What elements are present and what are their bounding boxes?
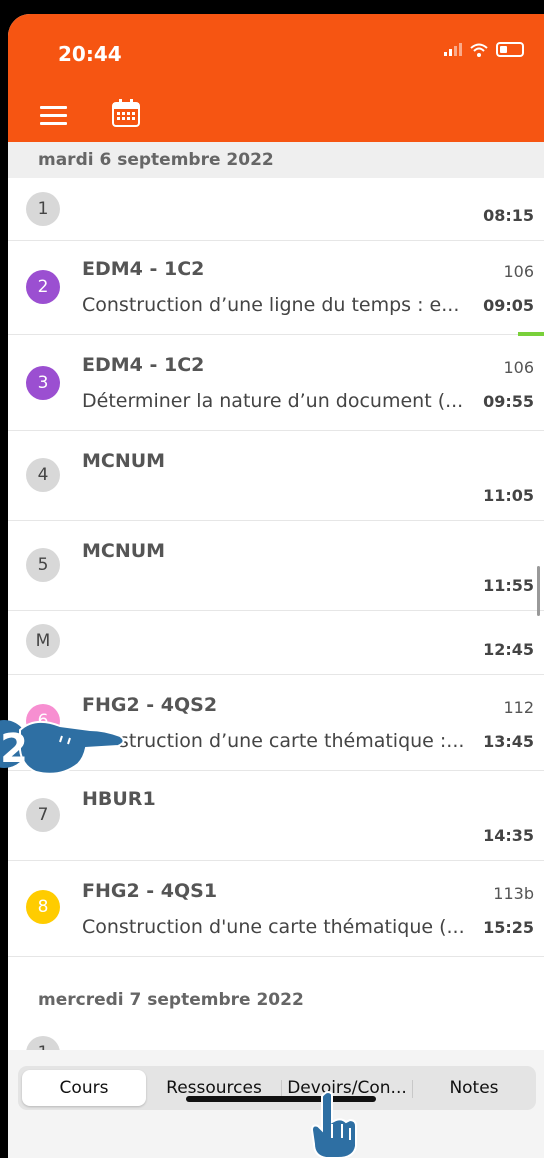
lesson-badge: 5 — [26, 548, 60, 582]
lesson-badge: 1 — [26, 192, 60, 226]
lesson-time: 13:45 — [483, 732, 534, 751]
lesson-row[interactable]: 1 08:15 — [8, 178, 544, 241]
lesson-badge: 4 — [26, 458, 60, 492]
lesson-title: FHG2 - 4QS1 — [82, 880, 218, 902]
lesson-badge: 8 — [26, 890, 60, 924]
lesson-row[interactable]: 8 FHG2 - 4QS1 113b Construction d'une ca… — [8, 860, 544, 957]
lesson-time: 12:45 — [483, 640, 534, 659]
lesson-time: 09:05 — [483, 296, 534, 315]
tab-cours[interactable]: Cours — [22, 1070, 146, 1106]
tab-notes[interactable]: Notes — [416, 1070, 532, 1106]
lesson-badge: 3 — [26, 366, 60, 400]
day-header: mardi 6 septembre 2022 — [8, 142, 544, 178]
tab-separator — [412, 1080, 413, 1098]
lesson-title: MCNUM — [82, 540, 166, 562]
lesson-title: EDM4 - 1C2 — [82, 258, 205, 280]
signal-icon — [444, 43, 462, 56]
lesson-room: 113b — [493, 884, 534, 903]
lesson-subtitle: Construction d'une carte thématique (... — [82, 916, 465, 938]
lesson-row[interactable]: 1 — [8, 1020, 544, 1070]
lesson-row[interactable]: 4 MCNUM 11:05 — [8, 430, 544, 521]
lesson-time: 11:05 — [483, 486, 534, 505]
lesson-subtitle: Construction d’une ligne du temps : e... — [82, 294, 460, 316]
tap-hand-icon — [310, 1091, 357, 1158]
bottom-tab-bar: Cours Ressources Devoirs/Con... Notes — [8, 1050, 544, 1158]
status-time: 20:44 — [58, 42, 122, 66]
lesson-row[interactable]: 5 MCNUM 11:55 — [8, 520, 544, 611]
lesson-time: 11:55 — [483, 576, 534, 595]
lesson-row[interactable]: 2 EDM4 - 1C2 106 Construction d’une lign… — [8, 240, 544, 335]
status-icons — [444, 42, 524, 57]
lesson-time: 09:55 — [483, 392, 534, 411]
lesson-title: HBUR1 — [82, 788, 156, 810]
segmented-control: Cours Ressources Devoirs/Con... Notes — [18, 1066, 536, 1110]
lesson-title: MCNUM — [82, 450, 166, 472]
lesson-room: 112 — [503, 698, 534, 717]
day-header: mercredi 7 septembre 2022 — [8, 978, 544, 1020]
lesson-badge: 2 — [26, 270, 60, 304]
wifi-icon — [470, 43, 488, 57]
app-header: 20:44 — [8, 14, 544, 142]
battery-icon — [496, 42, 524, 57]
calendar-icon[interactable] — [111, 98, 141, 128]
scrollbar[interactable] — [537, 566, 540, 616]
lesson-subtitle: Déterminer la nature d’un document (... — [82, 390, 464, 412]
lesson-title: EDM4 - 1C2 — [82, 354, 205, 376]
phone-screen: 20:44 mardi 6 septembre 2022 1 08:15 2 E… — [8, 14, 544, 1158]
hamburger-icon[interactable] — [40, 106, 67, 125]
lesson-time: 08:15 — [483, 206, 534, 225]
lesson-room: 106 — [503, 358, 534, 377]
lesson-row[interactable]: M 12:45 — [8, 610, 544, 675]
lesson-row[interactable]: 3 EDM4 - 1C2 106 Déterminer la nature d’… — [8, 334, 544, 431]
lesson-badge: 7 — [26, 798, 60, 832]
lesson-time: 15:25 — [483, 918, 534, 937]
lesson-time: 14:35 — [483, 826, 534, 845]
lesson-badge: M — [26, 624, 60, 658]
lesson-subtitle: Construction d’une carte thématique :... — [82, 730, 465, 752]
lesson-room: 106 — [503, 262, 534, 281]
step-number-badge: 2 — [0, 726, 28, 772]
